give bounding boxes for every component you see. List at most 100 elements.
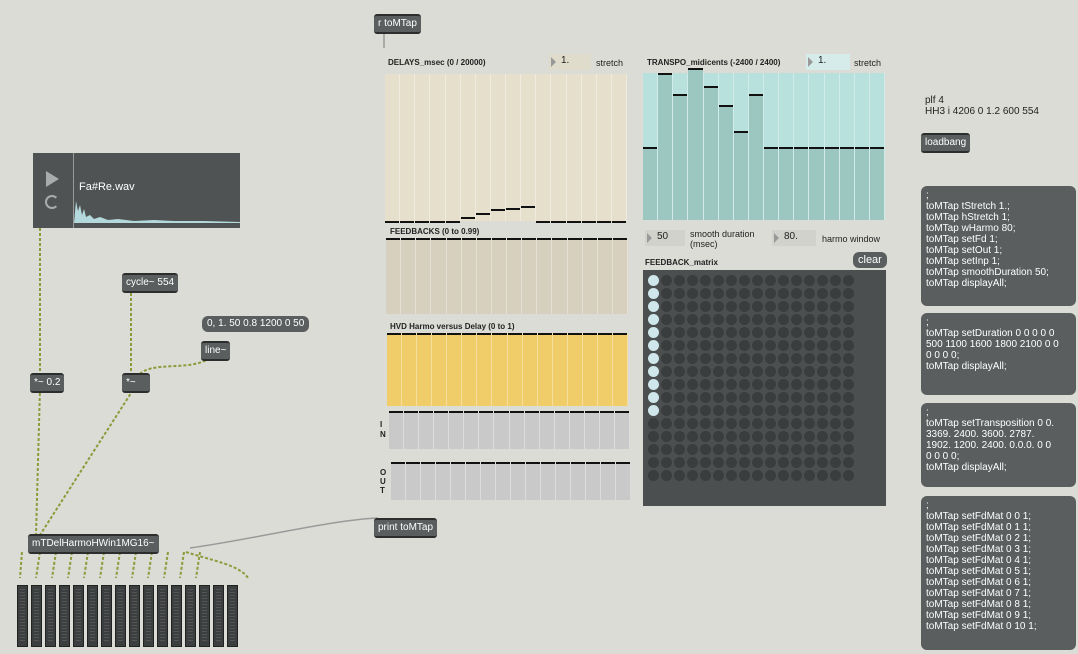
- matrix-cell[interactable]: [713, 288, 724, 299]
- matrix-cell[interactable]: [674, 327, 685, 338]
- matrix-cell[interactable]: [687, 314, 698, 325]
- matrix-cell[interactable]: [700, 405, 711, 416]
- matrix-cell[interactable]: [817, 470, 828, 481]
- matrix-cell[interactable]: [791, 314, 802, 325]
- matrix-cell[interactable]: [830, 470, 841, 481]
- matrix-cell[interactable]: [726, 470, 737, 481]
- matrix-cell[interactable]: [648, 366, 659, 377]
- slider-column[interactable]: [839, 73, 855, 220]
- matrix-cell[interactable]: [713, 431, 724, 442]
- matrix-cell[interactable]: [661, 457, 672, 468]
- matrix-cell[interactable]: [726, 275, 737, 286]
- slider-column[interactable]: [582, 333, 598, 406]
- slider-column[interactable]: [445, 74, 461, 223]
- matrix-cell[interactable]: [830, 392, 841, 403]
- hvd-multislider[interactable]: [387, 333, 628, 406]
- matrix-cell[interactable]: [843, 275, 854, 286]
- multiply-object[interactable]: *~: [122, 373, 150, 393]
- slider-column[interactable]: [496, 462, 511, 500]
- matrix-cell[interactable]: [687, 301, 698, 312]
- matrix-cell[interactable]: [687, 340, 698, 351]
- slider-column[interactable]: [509, 411, 525, 449]
- matrix-cell[interactable]: [739, 340, 750, 351]
- slider-column[interactable]: [567, 238, 583, 314]
- matrix-cell[interactable]: [648, 314, 659, 325]
- matrix-cell[interactable]: [661, 379, 672, 390]
- matrix-cell[interactable]: [752, 301, 763, 312]
- slider-column[interactable]: [494, 411, 510, 449]
- slider-column[interactable]: [556, 462, 571, 500]
- matrix-cell[interactable]: [674, 353, 685, 364]
- matrix-cell[interactable]: [726, 457, 737, 468]
- slider-column[interactable]: [386, 238, 402, 314]
- fdmat-message[interactable]: ; toMTap setFdMat 0 0 1; toMTap setFdMat…: [921, 496, 1076, 650]
- matrix-cell[interactable]: [739, 431, 750, 442]
- matrix-cell[interactable]: [765, 366, 776, 377]
- matrix-cell[interactable]: [804, 366, 815, 377]
- matrix-cell[interactable]: [791, 379, 802, 390]
- matrix-cell[interactable]: [713, 275, 724, 286]
- slider-column[interactable]: [597, 333, 613, 406]
- slider-column[interactable]: [718, 73, 734, 220]
- matrix-cell[interactable]: [804, 379, 815, 390]
- matrix-cell[interactable]: [726, 314, 737, 325]
- matrix-cell[interactable]: [817, 392, 828, 403]
- slider-column[interactable]: [464, 411, 480, 449]
- matrix-cell[interactable]: [674, 379, 685, 390]
- slider-column[interactable]: [688, 67, 704, 220]
- matrix-cell[interactable]: [726, 301, 737, 312]
- slider-column[interactable]: [596, 74, 612, 223]
- matrix-cell[interactable]: [843, 379, 854, 390]
- matrix-cell[interactable]: [752, 275, 763, 286]
- matrix-cell[interactable]: [817, 405, 828, 416]
- matrix-cell[interactable]: [674, 340, 685, 351]
- matrix-cell[interactable]: [765, 314, 776, 325]
- matrix-cell[interactable]: [726, 431, 737, 442]
- slider-column[interactable]: [552, 333, 568, 406]
- slider-column[interactable]: [431, 238, 447, 314]
- matrix-cell[interactable]: [674, 301, 685, 312]
- matrix-cell[interactable]: [700, 470, 711, 481]
- matrix-cell[interactable]: [661, 353, 672, 364]
- matrix-cell[interactable]: [765, 379, 776, 390]
- matrix-cell[interactable]: [778, 418, 789, 429]
- matrix-cell[interactable]: [713, 379, 724, 390]
- matrix-cell[interactable]: [843, 418, 854, 429]
- transpo-stretch-number[interactable]: 1.: [806, 54, 850, 70]
- slider-column[interactable]: [507, 238, 523, 314]
- matrix-cell[interactable]: [765, 470, 776, 481]
- matrix-cell[interactable]: [778, 275, 789, 286]
- matrix-cell[interactable]: [804, 301, 815, 312]
- matrix-cell[interactable]: [648, 275, 659, 286]
- matrix-cell[interactable]: [661, 314, 672, 325]
- slider-column[interactable]: [391, 462, 406, 500]
- matrix-cell[interactable]: [739, 379, 750, 390]
- matrix-cell[interactable]: [674, 431, 685, 442]
- slider-column[interactable]: [460, 74, 476, 221]
- slider-column[interactable]: [673, 73, 689, 220]
- matrix-cell[interactable]: [700, 457, 711, 468]
- matrix-cell[interactable]: [804, 392, 815, 403]
- matrix-cell[interactable]: [791, 431, 802, 442]
- slider-column[interactable]: [554, 411, 570, 449]
- delays-multislider[interactable]: [385, 74, 627, 223]
- matrix-cell[interactable]: [648, 431, 659, 442]
- matrix-cell[interactable]: [687, 353, 698, 364]
- slider-column[interactable]: [809, 73, 825, 220]
- matrix-cell[interactable]: [778, 366, 789, 377]
- matrix-cell[interactable]: [804, 288, 815, 299]
- matrix-cell[interactable]: [648, 405, 659, 416]
- matrix-cell[interactable]: [661, 275, 672, 286]
- matrix-cell[interactable]: [804, 314, 815, 325]
- audio-player[interactable]: Fa#Re.wav: [33, 153, 240, 228]
- matrix-cell[interactable]: [661, 327, 672, 338]
- matrix-cell[interactable]: [726, 379, 737, 390]
- matrix-cell[interactable]: [765, 340, 776, 351]
- matrix-cell[interactable]: [726, 288, 737, 299]
- matrix-cell[interactable]: [752, 457, 763, 468]
- matrix-cell[interactable]: [778, 340, 789, 351]
- matrix-cell[interactable]: [648, 301, 659, 312]
- matrix-cell[interactable]: [843, 314, 854, 325]
- matrix-cell[interactable]: [726, 327, 737, 338]
- matrix-cell[interactable]: [817, 418, 828, 429]
